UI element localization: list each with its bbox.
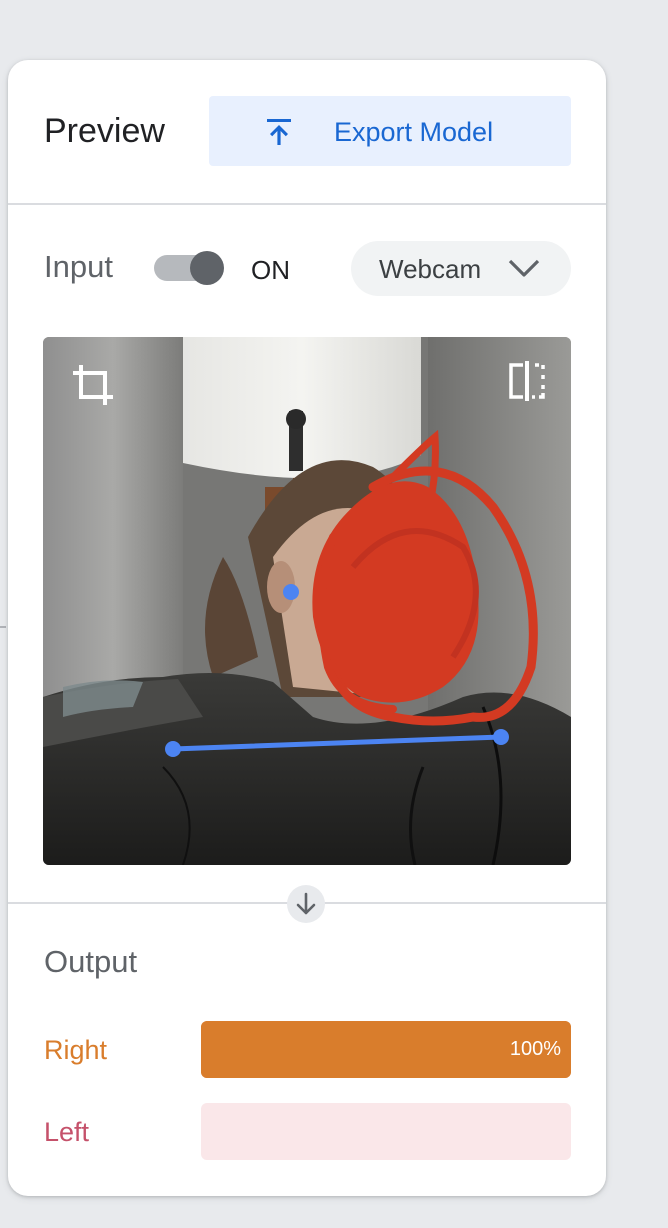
toggle-knob [190, 251, 224, 285]
preview-header: Preview Export Model [8, 60, 606, 205]
input-toggle[interactable] [152, 251, 226, 285]
preview-title: Preview [44, 112, 165, 150]
webcam-frame [43, 337, 571, 865]
chevron-down-icon [508, 259, 540, 277]
input-source-dropdown[interactable]: Webcam [351, 241, 571, 296]
confidence-bar-right: 100% [201, 1021, 571, 1078]
preview-panel: Preview Export Model Input ON Webcam Out… [8, 60, 606, 1196]
arrow-down-icon [296, 892, 316, 915]
toggle-state-label: ON [251, 255, 290, 285]
input-label: Input [44, 249, 113, 284]
class-label-right: Right [44, 1035, 108, 1065]
app-stage: Preview Export Model Input ON Webcam Out… [0, 0, 668, 1228]
confidence-bar-left [201, 1103, 571, 1160]
export-model-button[interactable]: Export Model [209, 96, 571, 166]
flip-horizontal-icon[interactable] [505, 359, 549, 403]
class-label-left: Left [44, 1117, 90, 1147]
confidence-value-right: 100% [509, 1038, 561, 1060]
edge-connector-tick [0, 626, 6, 628]
upload-arrow-icon [267, 119, 291, 145]
crop-icon[interactable] [69, 361, 117, 409]
webcam-preview [43, 337, 571, 865]
input-source-value: Webcam [379, 254, 482, 284]
export-model-label: Export Model [334, 117, 494, 147]
output-title: Output [44, 944, 138, 979]
flow-arrow [287, 885, 325, 923]
